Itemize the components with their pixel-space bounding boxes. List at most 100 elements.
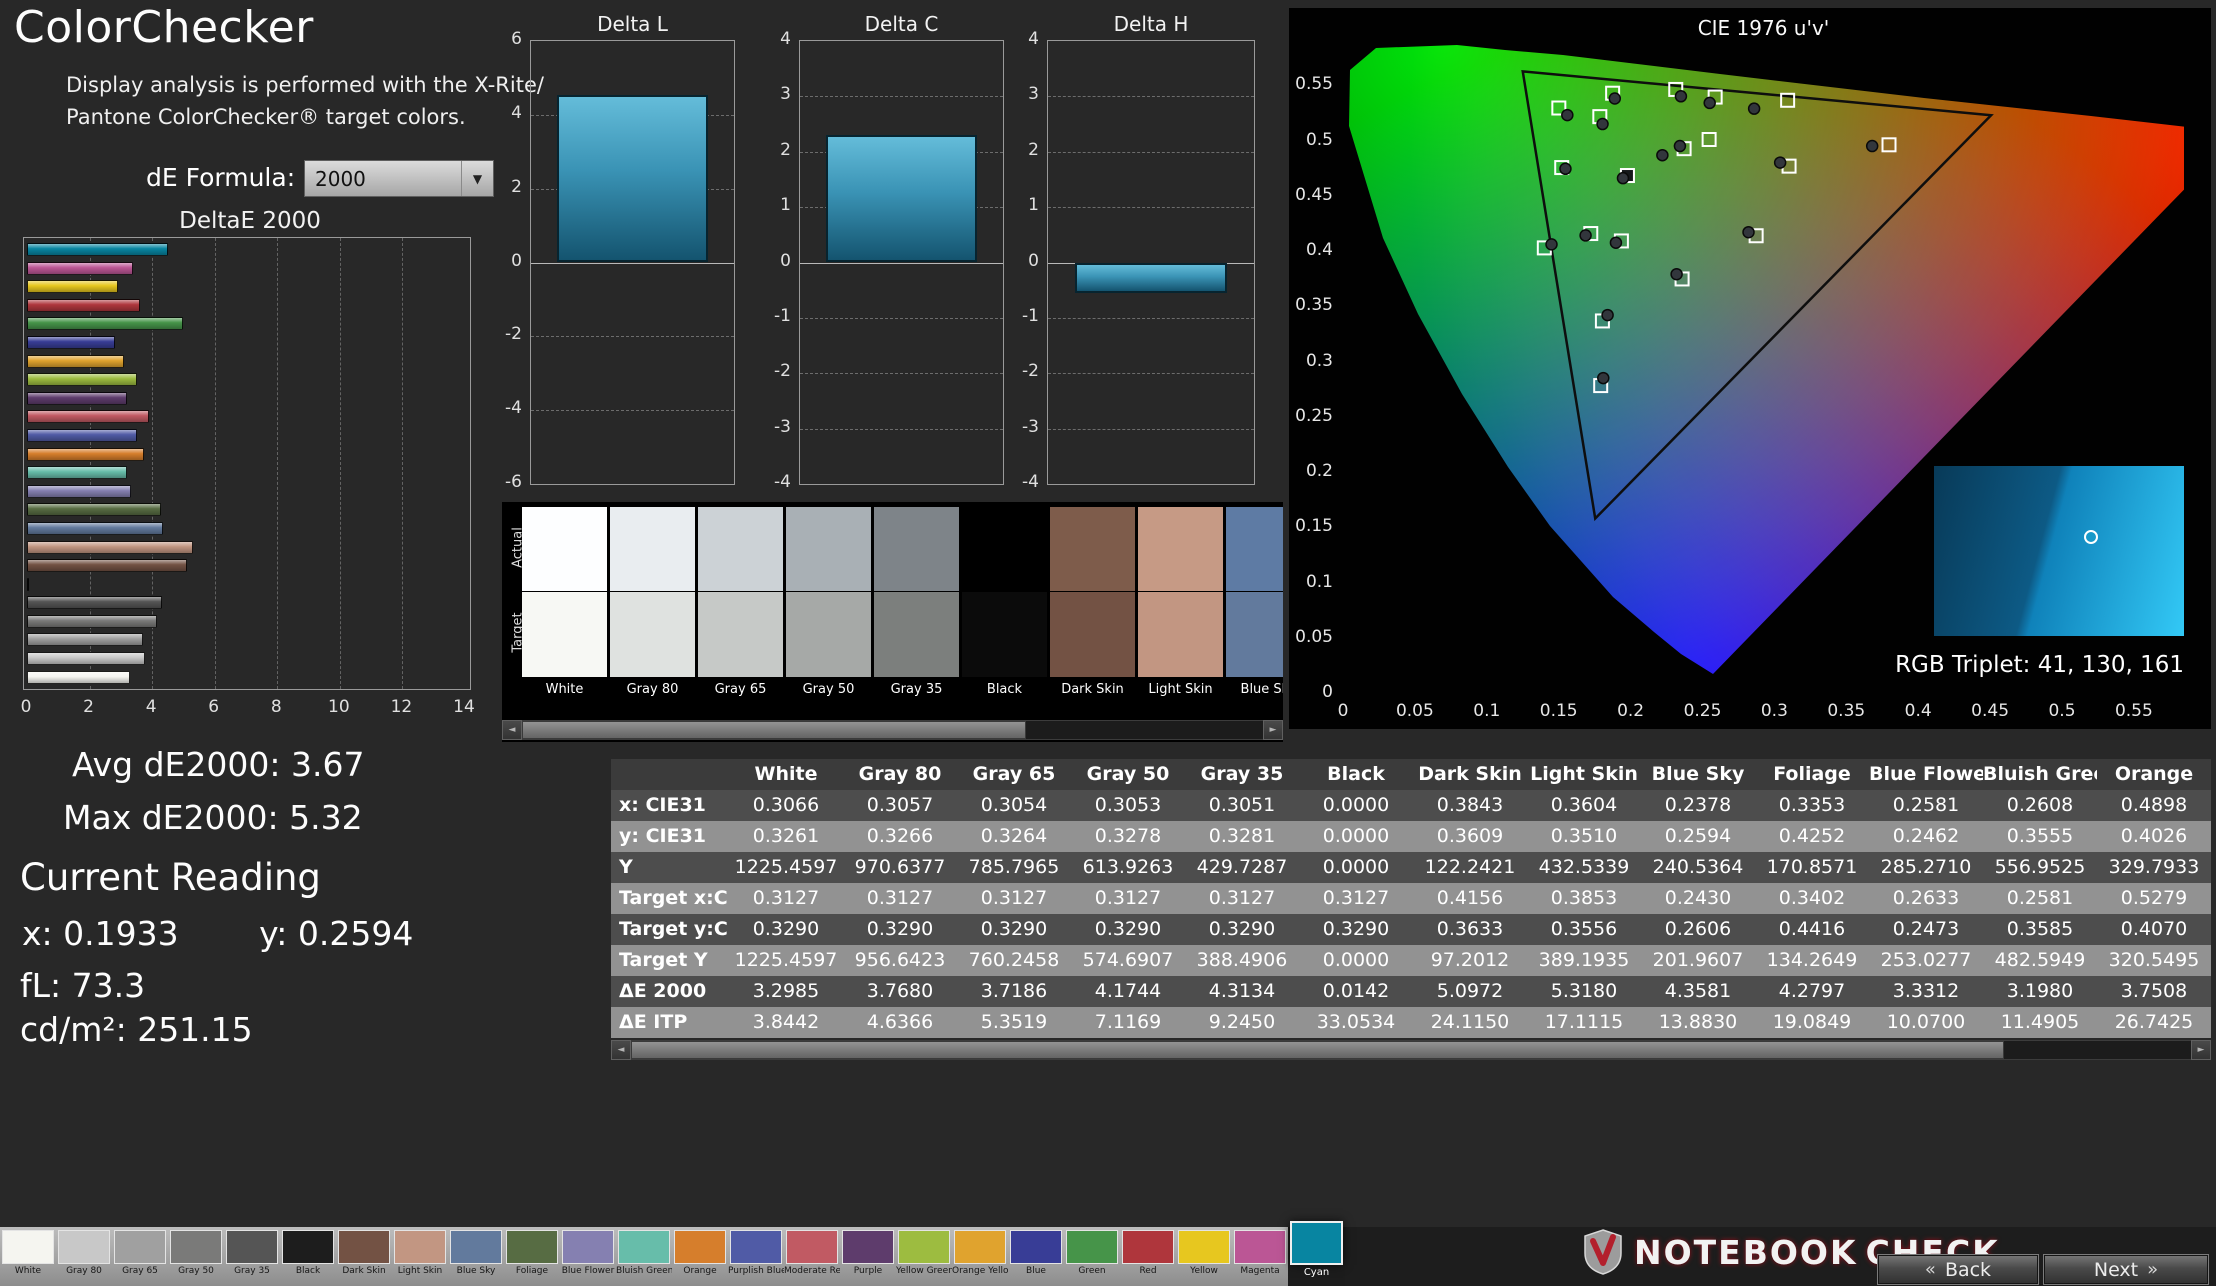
cie-diagram-title: CIE 1976 u'v' bbox=[1343, 16, 2184, 40]
y-tick-label: 0 bbox=[494, 251, 522, 271]
palette-patch-gray-50[interactable]: Gray 50 bbox=[168, 1227, 224, 1286]
scrollbar-track[interactable] bbox=[631, 1040, 2191, 1060]
palette-patch-white[interactable]: White bbox=[0, 1227, 56, 1286]
palette-patch-orange-yellow[interactable]: Orange Yellow bbox=[952, 1227, 1008, 1286]
palette-patch-yellow-green[interactable]: Yellow Green bbox=[896, 1227, 952, 1286]
patch-swatch[interactable] bbox=[1178, 1230, 1230, 1264]
palette-patch-purplish-blue[interactable]: Purplish Blue bbox=[728, 1227, 784, 1286]
patch-swatch[interactable] bbox=[730, 1230, 782, 1264]
max-de2000-readout: Max dE2000: 5.32 bbox=[63, 798, 363, 837]
patch-swatch[interactable] bbox=[114, 1230, 166, 1264]
patch-swatch[interactable] bbox=[2, 1230, 54, 1264]
patch-swatch[interactable] bbox=[226, 1230, 278, 1264]
patch-swatch[interactable] bbox=[282, 1230, 334, 1264]
column-header-black: Black bbox=[1299, 759, 1413, 790]
palette-patch-purple[interactable]: Purple bbox=[840, 1227, 896, 1286]
patch-swatch[interactable] bbox=[1234, 1230, 1286, 1264]
palette-patch-bluish-green[interactable]: Bluish Green bbox=[616, 1227, 672, 1286]
table-row-target-y-cie31: Target y:CIE310.32900.32900.32900.32900.… bbox=[611, 914, 2211, 945]
scrollbar-thumb[interactable] bbox=[522, 721, 1026, 739]
patch-swatch[interactable] bbox=[1290, 1221, 1343, 1265]
palette-patch-moderate-red[interactable]: Moderate Red bbox=[784, 1227, 840, 1286]
palette-patch-cyan[interactable]: Cyan bbox=[1288, 1227, 1345, 1286]
chevron-down-icon[interactable]: ▼ bbox=[461, 161, 493, 196]
scrollbar-thumb[interactable] bbox=[631, 1041, 2004, 1059]
patch-label: Gray 65 bbox=[112, 1266, 168, 1276]
palette-patch-green[interactable]: Green bbox=[1064, 1227, 1120, 1286]
patch-swatch[interactable] bbox=[842, 1230, 894, 1264]
table-cell: 0.0000 bbox=[1299, 790, 1413, 821]
table-scrollbar[interactable]: ◄ ► bbox=[611, 1040, 2211, 1060]
palette-patch-black[interactable]: Black bbox=[280, 1227, 336, 1286]
back-button[interactable]: « Back bbox=[1878, 1255, 2038, 1284]
patch-swatch[interactable] bbox=[562, 1230, 614, 1264]
scroll-left-icon[interactable]: ◄ bbox=[611, 1040, 631, 1060]
description-line2: Pantone ColorChecker® target colors. bbox=[66, 105, 466, 129]
palette-patch-blue-flower[interactable]: Blue Flower bbox=[560, 1227, 616, 1286]
palette-patch-yellow[interactable]: Yellow bbox=[1176, 1227, 1232, 1286]
patch-swatch[interactable] bbox=[58, 1230, 110, 1264]
compare-column-label: Light Skin bbox=[1138, 682, 1223, 697]
x-tick-label: 2 bbox=[74, 697, 104, 717]
measured-point-orange-yellow bbox=[1704, 97, 1715, 108]
patch-swatch[interactable] bbox=[338, 1230, 390, 1264]
palette-patch-blue[interactable]: Blue bbox=[1008, 1227, 1064, 1286]
row-label: x: CIE31 bbox=[611, 790, 729, 821]
patch-label: Gray 80 bbox=[56, 1266, 112, 1276]
y-tick-label: 4 bbox=[763, 29, 791, 49]
palette-patch-dark-skin[interactable]: Dark Skin bbox=[336, 1227, 392, 1286]
patch-label: Yellow Green bbox=[896, 1266, 952, 1276]
deltae-bar-gray-80 bbox=[27, 652, 467, 665]
de-formula-dropdown[interactable]: 2000 ▼ bbox=[304, 160, 494, 197]
palette-patch-light-skin[interactable]: Light Skin bbox=[392, 1227, 448, 1286]
palette-patch-gray-80[interactable]: Gray 80 bbox=[56, 1227, 112, 1286]
patch-swatch[interactable] bbox=[898, 1230, 950, 1264]
palette-patch-magenta[interactable]: Magenta bbox=[1232, 1227, 1288, 1286]
table-cell: 760.2458 bbox=[957, 945, 1071, 976]
patch-swatch[interactable] bbox=[394, 1230, 446, 1264]
patch-swatch[interactable] bbox=[1010, 1230, 1062, 1264]
table-cell: 122.2421 bbox=[1413, 852, 1527, 883]
patch-swatch[interactable] bbox=[506, 1230, 558, 1264]
table-row-target-x-cie31: Target x:CIE310.31270.31270.31270.31270.… bbox=[611, 883, 2211, 914]
deltae-bar-green bbox=[27, 317, 467, 330]
gridline bbox=[531, 263, 734, 264]
patch-swatch[interactable] bbox=[954, 1230, 1006, 1264]
palette-patch-blue-sky[interactable]: Blue Sky bbox=[448, 1227, 504, 1286]
swatch-compare-panel: Actual Target WhiteGray 80Gray 65Gray 50… bbox=[502, 502, 1283, 742]
table-cell: 170.8571 bbox=[1755, 852, 1869, 883]
next-button[interactable]: Next » bbox=[2044, 1255, 2208, 1284]
patch-swatch[interactable] bbox=[786, 1230, 838, 1264]
patch-swatch[interactable] bbox=[674, 1230, 726, 1264]
scroll-left-icon[interactable]: ◄ bbox=[502, 720, 522, 740]
patch-swatch[interactable] bbox=[170, 1230, 222, 1264]
palette-patch-foliage[interactable]: Foliage bbox=[504, 1227, 560, 1286]
delta-h-chart bbox=[1047, 40, 1255, 485]
measured-point-dark-skin bbox=[1674, 141, 1685, 152]
palette-patch-orange[interactable]: Orange bbox=[672, 1227, 728, 1286]
patch-swatch[interactable] bbox=[1122, 1230, 1174, 1264]
compare-column-label: White bbox=[522, 682, 607, 697]
table-cell: 0.3402 bbox=[1755, 883, 1869, 914]
scroll-right-icon[interactable]: ► bbox=[1263, 720, 1283, 740]
table-cell: 970.6377 bbox=[843, 852, 957, 883]
patch-swatch[interactable] bbox=[450, 1230, 502, 1264]
patch-swatch[interactable] bbox=[1066, 1230, 1118, 1264]
scrollbar-track[interactable] bbox=[522, 720, 1263, 740]
rgb-gradient-preview bbox=[1934, 466, 2184, 636]
delta-h-bar bbox=[1075, 263, 1227, 293]
actual-swatch bbox=[874, 507, 959, 592]
y-tick-label: 1 bbox=[763, 195, 791, 215]
palette-patch-gray-65[interactable]: Gray 65 bbox=[112, 1227, 168, 1286]
y-tick-label: 0.1 bbox=[1289, 572, 1333, 592]
measured-point-magenta bbox=[1743, 227, 1754, 238]
table-cell: 0.3264 bbox=[957, 821, 1071, 852]
table-cell: 320.5495 bbox=[2097, 945, 2211, 976]
patch-label: Orange bbox=[672, 1266, 728, 1276]
palette-patch-gray-35[interactable]: Gray 35 bbox=[224, 1227, 280, 1286]
patch-swatch[interactable] bbox=[618, 1230, 670, 1264]
deltae-bar-blue-flower bbox=[27, 485, 467, 498]
swatch-compare-scrollbar[interactable]: ◄ ► bbox=[502, 720, 1283, 740]
scroll-right-icon[interactable]: ► bbox=[2191, 1040, 2211, 1060]
palette-patch-red[interactable]: Red bbox=[1120, 1227, 1176, 1286]
